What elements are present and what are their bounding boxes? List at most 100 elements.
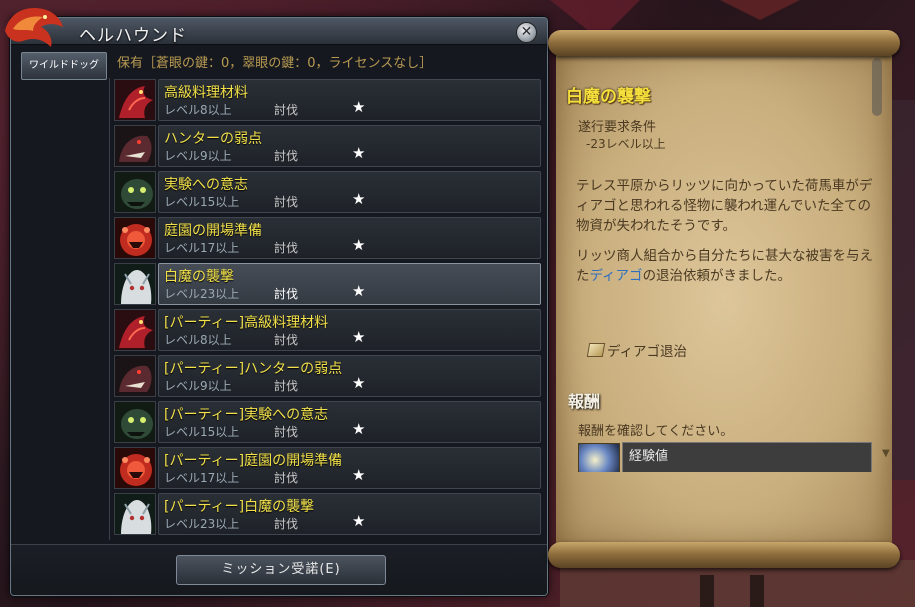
mission-name: 高級料理材料 [164,85,248,101]
star-icon: ★ [352,374,366,392]
mission-type: 討伐 [274,425,299,439]
scrollbar[interactable] [872,58,882,116]
objective: ディアゴ退治 [586,340,688,360]
objective-text: ディアゴ退治 [607,344,688,360]
chevron-down-icon[interactable]: ▼ [882,448,890,459]
green-monster-icon [114,171,156,213]
white-demon-icon [114,493,156,535]
mission-type: 討伐 [274,287,299,301]
mission-level: レベル17以上 [164,241,240,255]
mission-row[interactable]: 庭園の開場準備 レベル17以上 討伐 ★ [114,216,542,260]
window-title: ヘルハウンド [79,26,187,46]
scroll-rod-bottom [548,542,900,568]
mission-name: [パーティー]白魔の襲撃 [164,499,315,515]
mission-row[interactable]: [パーティー]白魔の襲撃 レベル23以上 討伐 ★ [114,492,542,536]
mission-type: 討伐 [274,103,299,117]
reward-item[interactable]: 経験値 [578,442,876,472]
mission-row-body[interactable]: 高級料理材料 レベル8以上 討伐 ★ [158,79,541,121]
red-dragon-icon [114,79,156,121]
mission-row-body[interactable]: 実験への意志 レベル15以上 討伐 ★ [158,171,541,213]
star-icon: ★ [352,282,366,300]
mission-level: レベル9以上 [164,149,232,163]
white-demon-icon [114,263,156,305]
accept-mission-button[interactable]: ミッション受諾(E) [176,555,386,585]
tab-column [21,78,110,540]
red-plant-monster-icon [114,217,156,259]
diago-link[interactable]: ディアゴ [590,268,643,284]
mission-type: 討伐 [274,195,299,209]
mission-level: レベル15以上 [164,425,240,439]
mission-level: レベル23以上 [164,517,240,531]
mission-row-body[interactable]: [パーティー]ハンターの弱点 レベル9以上 討伐 ★ [158,355,541,397]
reward-subtext: 報酬を確認してください。 [578,424,734,439]
mission-level: レベル9以上 [164,379,232,393]
mission-row[interactable]: [パーティー]実験への意志 レベル15以上 討伐 ★ [114,400,542,444]
red-dragon-icon [114,309,156,351]
title-bar[interactable]: ヘルハウンド ✕ [5,7,547,48]
mission-name: [パーティー]実験への意志 [164,407,329,423]
mission-type: 討伐 [274,333,299,347]
mission-level: レベル17以上 [164,471,240,485]
mission-list: 高級料理材料 レベル8以上 討伐 ★ ハンターの弱点 レベル9以上 討伐 ★ 実験への意志 レベル… [114,78,542,538]
star-icon: ★ [352,466,366,484]
hellhound-emblem-icon [5,7,63,48]
requirement-heading: 遂行要求条件 [578,120,657,135]
mission-name: ハンターの弱点 [164,131,262,147]
experience-icon [578,443,620,472]
star-icon: ★ [352,328,366,346]
quest-title: 白魔の襲撃 [566,87,651,107]
description-paragraph-1: テレス平原からリッツに向かっていた荷馬車がディアゴと思われる怪物に襲われ運んでい… [576,178,873,234]
mission-row-body[interactable]: [パーティー]高級料理材料 レベル8以上 討伐 ★ [158,309,541,351]
mission-row-body[interactable]: 白魔の襲撃レベル23以上 討伐 ★ [158,263,541,305]
mission-detail-scroll: 白魔の襲撃 遂行要求条件 -23レベル以上 テレス平原からリッツに向かっていた荷… [548,30,900,570]
mission-level: レベル15以上 [164,195,240,209]
mission-row[interactable]: 白魔の襲撃レベル23以上 討伐 ★ [114,262,542,306]
close-button[interactable]: ✕ [516,22,537,43]
star-icon: ★ [352,190,366,208]
tab-wild-dog[interactable]: ワイルドドッグ [21,52,107,80]
mission-type: 討伐 [274,471,299,485]
dark-beast-icon [114,125,156,167]
mission-row[interactable]: 実験への意志 レベル15以上 討伐 ★ [114,170,542,214]
mission-row[interactable]: [パーティー]ハンターの弱点 レベル9以上 討伐 ★ [114,354,542,398]
mission-row[interactable]: 高級料理材料 レベル8以上 討伐 ★ [114,78,542,122]
star-icon: ★ [352,236,366,254]
scroll-icon [586,343,606,357]
reward-heading: 報酬 [568,392,601,411]
description-paragraph-2: リッツ商人組合から自分たちに甚大な被害を与えたディアゴの退治依頼がきました。 [576,246,876,286]
star-icon: ★ [352,512,366,530]
mission-row-body[interactable]: [パーティー]庭園の開場準備 レベル17以上 討伐 ★ [158,447,541,489]
mission-name: [パーティー]ハンターの弱点 [164,361,343,377]
mission-row[interactable]: ハンターの弱点 レベル9以上 討伐 ★ [114,124,542,168]
red-plant-monster-icon [114,447,156,489]
green-monster-icon [114,401,156,443]
mission-type: 討伐 [274,517,299,531]
dark-beast-icon [114,355,156,397]
reward-item-name: 経験値 [622,442,872,472]
mission-name: [パーティー]庭園の開場準備 [164,453,343,469]
mission-row[interactable]: [パーティー]庭園の開場準備 レベル17以上 討伐 ★ [114,446,542,490]
holdings-text: 保有［蒼眼の鍵：0，翠眼の鍵：0，ライセンスなし］ [117,56,433,71]
mission-row-body[interactable]: [パーティー]白魔の襲撃 レベル23以上 討伐 ★ [158,493,541,535]
mission-name: 実験への意志 [164,177,248,193]
star-icon: ★ [352,98,366,116]
star-icon: ★ [352,420,366,438]
paragraph-2-text-end: の退治依頼がきました。 [642,268,792,284]
mission-type: 討伐 [274,379,299,393]
mission-type: 討伐 [274,241,299,255]
star-icon: ★ [352,144,366,162]
mission-row-body[interactable]: 庭園の開場準備 レベル17以上 討伐 ★ [158,217,541,259]
requirement-value: -23レベル以上 [586,137,666,151]
mission-level: レベル23以上 [164,287,240,301]
mission-row[interactable]: [パーティー]高級料理材料 レベル8以上 討伐 ★ [114,308,542,352]
mission-row-body[interactable]: ハンターの弱点 レベル9以上 討伐 ★ [158,125,541,167]
mission-name: 白魔の襲撃 [164,269,234,285]
window-footer: ミッション受諾(E) [11,544,547,595]
scroll-paper: 白魔の襲撃 遂行要求条件 -23レベル以上 テレス平原からリッツに向かっていた荷… [556,48,892,548]
mission-level: レベル8以上 [164,103,232,117]
mission-window: ヘルハウンド ✕ ワイルドドッグ 保有［蒼眼の鍵：0，翠眼の鍵：0，ライセンスな… [5,7,548,596]
scroll-rod-top [548,30,900,56]
mission-level: レベル8以上 [164,333,232,347]
mission-name: [パーティー]高級料理材料 [164,315,329,331]
mission-row-body[interactable]: [パーティー]実験への意志 レベル15以上 討伐 ★ [158,401,541,443]
